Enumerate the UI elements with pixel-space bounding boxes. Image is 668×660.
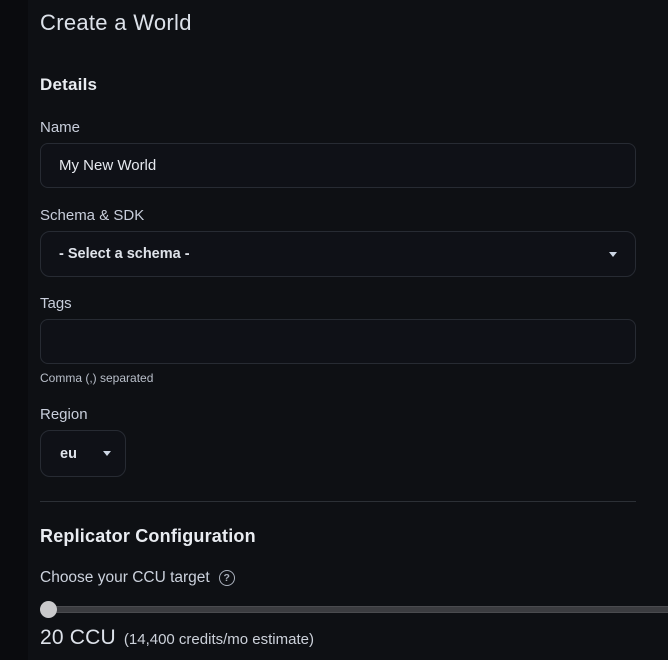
replicator-section-heading: Replicator Configuration (40, 526, 636, 547)
ccu-slider-thumb[interactable] (40, 601, 57, 618)
ccu-slider-track[interactable] (40, 606, 668, 613)
region-select-value: eu (60, 446, 77, 462)
tags-field-wrap (40, 319, 636, 364)
tags-label: Tags (40, 295, 636, 312)
ccu-target-label: Choose your CCU target (40, 569, 210, 587)
ccu-value-text: 20 CCU (40, 626, 116, 650)
name-field-wrap (40, 143, 636, 188)
help-icon[interactable]: ? (219, 570, 235, 586)
region-select[interactable]: eu (40, 430, 126, 477)
region-label: Region (40, 406, 636, 423)
create-world-page: { "colors": { "page_bg": "#0a0b0e", "pan… (0, 0, 668, 660)
ccu-value-row: 20 CCU (14,400 credits/mo estimate) (40, 626, 636, 650)
create-world-panel: Create a World Details Name Schema & SDK… (28, 0, 668, 660)
section-divider (40, 501, 636, 502)
tags-hint: Comma (,) separated (40, 371, 636, 385)
ccu-estimate-text: (14,400 credits/mo estimate) (124, 631, 314, 648)
details-section-heading: Details (40, 75, 636, 95)
name-label: Name (40, 119, 636, 136)
chevron-down-icon (609, 252, 617, 257)
schema-select[interactable]: - Select a schema - (40, 231, 636, 277)
chevron-down-icon (103, 451, 111, 456)
name-input[interactable] (40, 143, 636, 188)
page-title: Create a World (40, 10, 636, 36)
ccu-target-label-row: Choose your CCU target ? (40, 569, 636, 587)
ccu-slider[interactable] (40, 600, 668, 618)
tags-input[interactable] (40, 319, 636, 364)
schema-sdk-label: Schema & SDK (40, 207, 636, 224)
schema-select-value: - Select a schema - (59, 246, 190, 262)
